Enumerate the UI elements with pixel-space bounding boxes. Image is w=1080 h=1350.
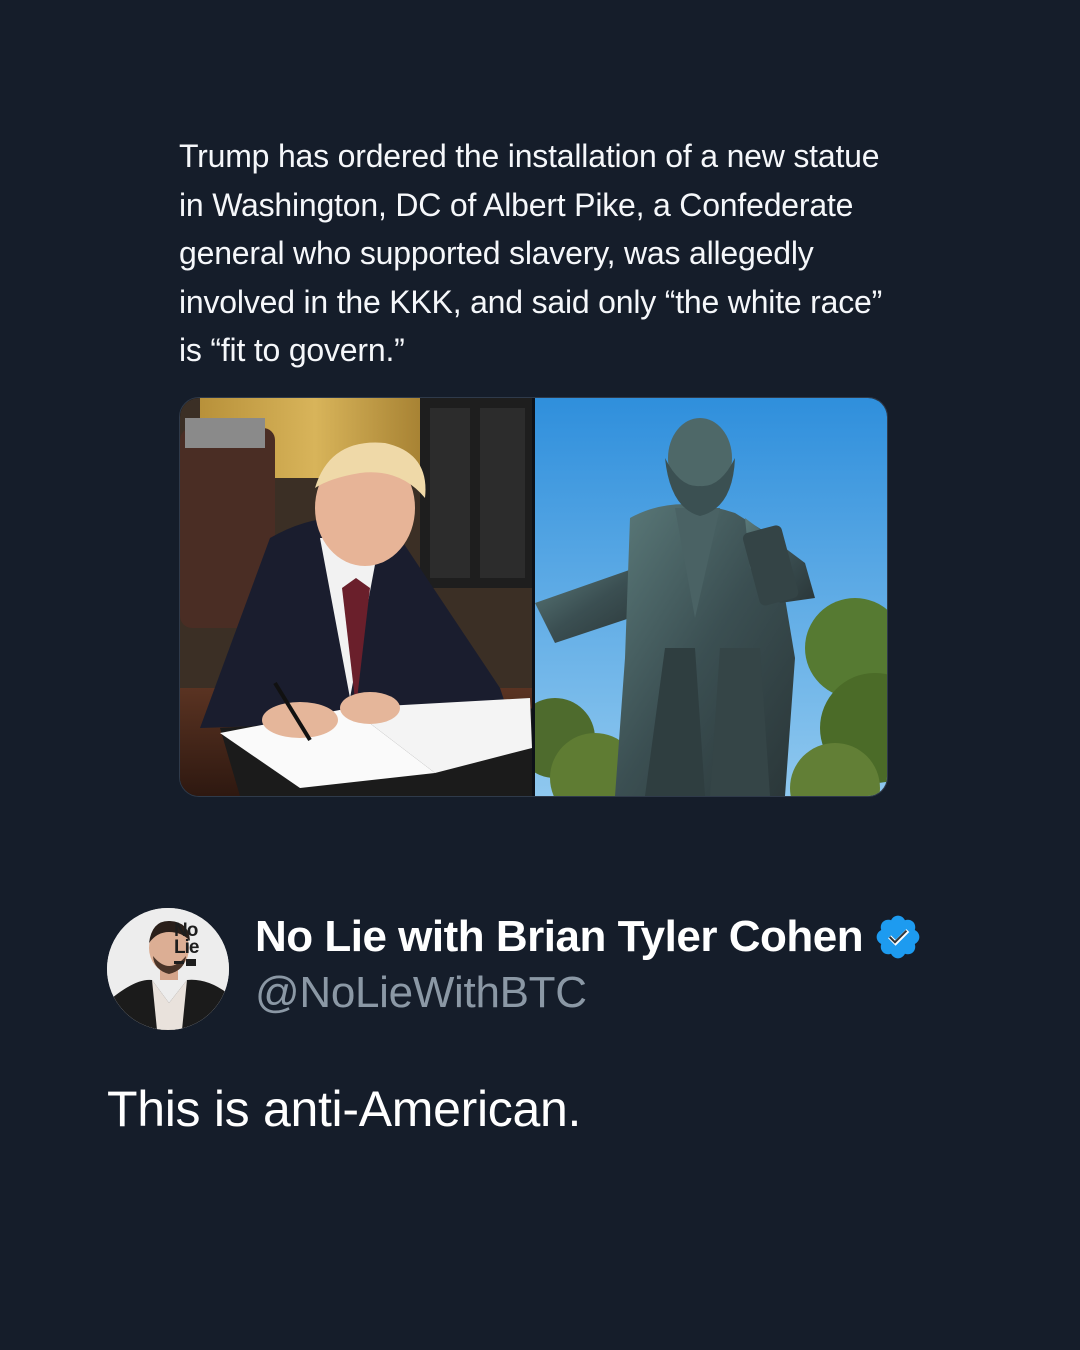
quoted-post-text: Trump has ordered the installation of a … [179, 138, 883, 368]
display-name-row: No Lie with Brian Tyler Cohen [255, 912, 923, 962]
signing-photo-image [180, 398, 532, 796]
verified-badge-icon [876, 915, 920, 959]
author-display-name[interactable]: No Lie with Brian Tyler Cohen [255, 912, 864, 962]
media-gallery[interactable] [179, 397, 888, 797]
photo-statue[interactable] [535, 398, 887, 796]
avatar-image [107, 908, 229, 1030]
avatar-logo-mark [174, 959, 206, 966]
avatar-logo: No Lie [174, 921, 206, 966]
post-text: This is anti-American. [107, 1081, 582, 1137]
author-handle[interactable]: @NoLieWithBTC [255, 968, 923, 1018]
author-names: No Lie with Brian Tyler Cohen @NoLieWith… [255, 912, 923, 1018]
author-profile[interactable]: No Lie No Lie with Brian Tyler Cohen @No… [107, 908, 923, 1030]
avatar-logo-line2: Lie [174, 937, 199, 958]
author-avatar[interactable]: No Lie [107, 908, 229, 1030]
photo-signing[interactable] [180, 398, 532, 796]
statue-photo-image [535, 398, 887, 796]
